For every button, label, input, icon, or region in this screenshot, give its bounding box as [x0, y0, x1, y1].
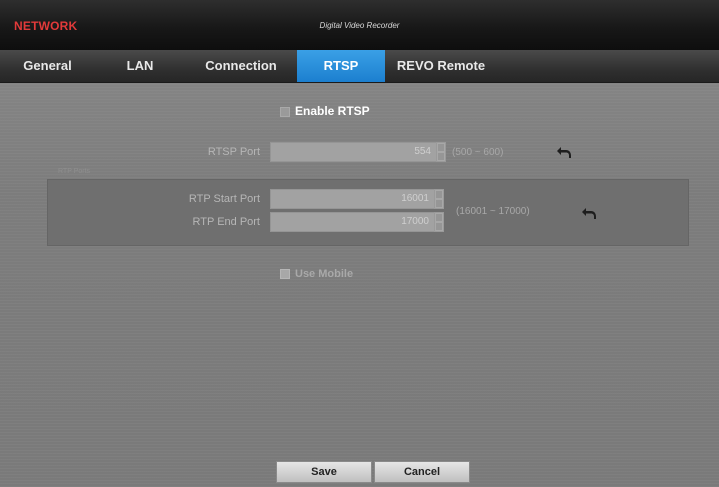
- rtp-start-port-spinner[interactable]: [434, 189, 444, 209]
- title-bar: NETWORK Digital Video Recorder: [0, 0, 719, 50]
- use-mobile-label: Use Mobile: [295, 268, 354, 280]
- rtp-end-port-value: 17000: [401, 216, 429, 227]
- spin-up-icon[interactable]: [436, 214, 442, 221]
- rtsp-port-spinner[interactable]: [436, 142, 446, 162]
- rtp-start-port-label: RTP Start Port: [188, 193, 260, 205]
- rtp-end-port-label: RTP End Port: [192, 216, 260, 228]
- spin-up-icon[interactable]: [438, 144, 444, 151]
- rtp-ports-undo-button[interactable]: [578, 203, 600, 223]
- rtsp-port-undo-button[interactable]: [553, 142, 575, 162]
- spin-down-icon[interactable]: [436, 200, 442, 207]
- rtp-ports-caption: RTP Ports: [58, 168, 91, 175]
- tab-general[interactable]: General: [0, 50, 95, 82]
- window-title: Digital Video Recorder: [319, 21, 400, 30]
- rtp-start-port-field[interactable]: 16001: [270, 189, 436, 209]
- tab-connection[interactable]: Connection: [185, 50, 297, 82]
- undo-arrow-icon: [582, 208, 596, 219]
- spin-up-icon[interactable]: [436, 191, 442, 198]
- save-button[interactable]: Save: [276, 461, 372, 483]
- undo-arrow-icon: [557, 147, 571, 158]
- spin-down-icon[interactable]: [438, 153, 444, 160]
- enable-rtsp-checkbox[interactable]: [280, 106, 290, 117]
- use-mobile-row[interactable]: Use Mobile: [280, 268, 353, 280]
- cancel-button[interactable]: Cancel: [374, 461, 470, 483]
- use-mobile-checkbox[interactable]: [280, 269, 290, 280]
- tab-revo-remote[interactable]: REVO Remote: [385, 50, 497, 82]
- tab-rtsp[interactable]: RTSP: [297, 50, 385, 82]
- rtsp-port-range: (500 ~ 600): [452, 147, 504, 158]
- enable-rtsp-row[interactable]: Enable RTSP: [280, 104, 370, 118]
- rtp-start-port-value: 16001: [401, 193, 429, 204]
- rtp-port-range: (16001 ~ 17000): [456, 206, 530, 217]
- rtsp-port-field[interactable]: 554: [270, 142, 438, 162]
- rtp-end-port-field[interactable]: 17000: [270, 212, 436, 232]
- rtsp-port-value: 554: [414, 146, 431, 157]
- tab-bar: General LAN Connection RTSP REVO Remote: [0, 50, 719, 83]
- tab-lan[interactable]: LAN: [95, 50, 185, 82]
- network-setup-screen: NETWORK Digital Video Recorder General L…: [0, 0, 719, 487]
- rtsp-port-label: RTSP Port: [207, 146, 260, 158]
- rtp-end-port-spinner[interactable]: [434, 212, 444, 232]
- enable-rtsp-label: Enable RTSP: [295, 104, 370, 118]
- spin-down-icon[interactable]: [436, 223, 442, 230]
